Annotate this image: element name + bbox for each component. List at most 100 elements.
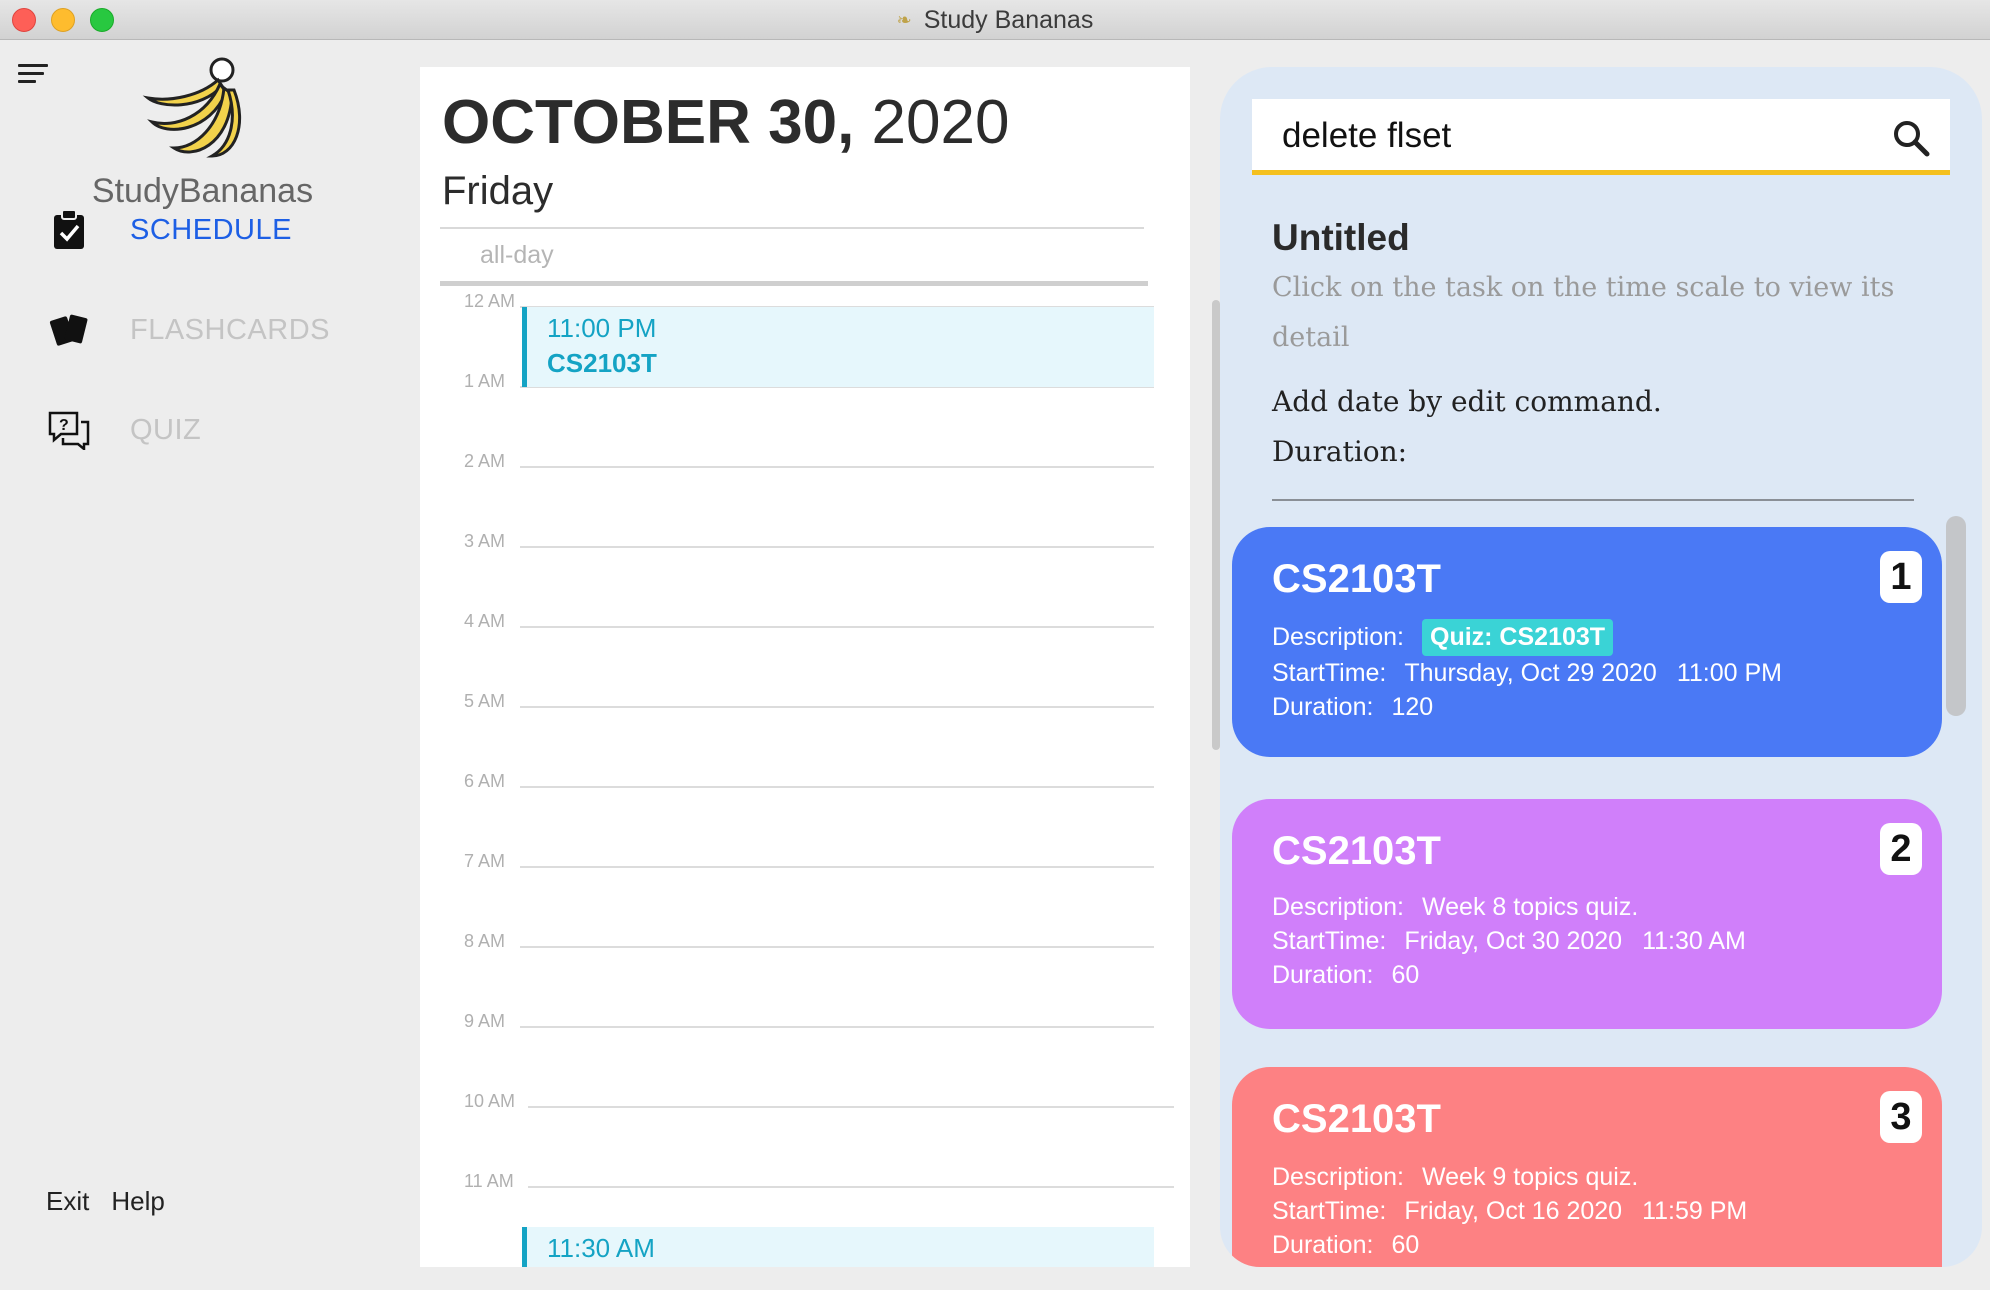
hour-line [520,1026,1154,1028]
hour-label: 7 AM [464,851,506,871]
task-start-date: Friday, Oct 30 2020 [1404,927,1623,955]
task-start-date: Friday, Oct 16 2020 [1404,1197,1623,1225]
hour-label: 1 AM [464,371,506,391]
task-description-row: Description: Week 9 topics quiz. [1272,1163,1638,1192]
task-title: CS2103T [1272,557,1441,601]
task-duration: 120 [1391,693,1434,721]
quiz-chat-icon: ? [44,405,94,455]
command-search-box[interactable]: delete flset [1252,99,1950,175]
banana-icon: ❧ [896,9,912,30]
hour-line [520,866,1154,868]
divider [440,281,1148,286]
hour-label: 4 AM [464,611,506,631]
hour-label: 2 AM [464,451,506,471]
task-title: CS2103T [1272,829,1441,873]
task-panel: delete flset Untitled Click on the task … [1220,67,1982,1267]
nav-flashcards-label: FLASHCARDS [130,313,330,346]
hour-line [520,786,1154,788]
task-index: 1 [1880,551,1922,603]
nav-schedule-label: SCHEDULE [130,213,292,246]
calendar-date-heading: OCTOBER 30, 2020 [442,87,1009,158]
calendar-scrollbar[interactable] [1212,300,1220,750]
task-start-row: StartTime: Friday, Oct 30 2020 11:30 AM [1272,927,1746,956]
task-description: Week 8 topics quiz. [1422,893,1639,921]
detail-add-date: Add date by edit command. [1272,385,1662,418]
description-label: Description: [1272,623,1404,651]
task-description: Week 9 topics quiz. [1422,1163,1639,1191]
task-start-time: 11:00 PM [1676,659,1782,687]
task-duration-row: Duration: 60 [1272,1231,1419,1260]
task-card[interactable]: CS2103T 2 Description: Week 8 topics quiz… [1232,799,1942,1029]
nav-quiz-label: QUIZ [130,413,202,446]
month-day: OCTOBER 30, [442,88,855,157]
task-index: 2 [1880,823,1922,875]
hour-label: 5 AM [464,691,506,711]
hour-label: 6 AM [464,771,506,791]
divider [1272,499,1914,501]
task-duration: 60 [1391,1231,1420,1259]
hour-label: 9 AM [464,1011,506,1031]
help-link[interactable]: Help [111,1186,164,1217]
hour-line [520,946,1154,948]
hour-line [520,706,1154,708]
clipboard-check-icon [44,205,94,255]
window-title: ❧ Study Bananas [0,0,1990,40]
event-time: 11:00 PM [547,313,657,343]
hour-label: 12 AM [464,291,516,311]
starttime-label: StartTime: [1272,927,1387,955]
description-label: Description: [1272,893,1404,921]
task-list-scrollbar[interactable] [1946,516,1966,716]
event-time: 11:30 AM [547,1233,655,1263]
nav-quiz[interactable]: ? QUIZ [44,400,384,460]
svg-text:?: ? [59,417,69,434]
divider [440,227,1144,229]
hour-label: 11 AM [464,1171,514,1191]
event-title: CS2103T [547,348,657,378]
task-start-time: 11:59 PM [1642,1197,1748,1225]
task-description-tag: Quiz: CS2103T [1422,619,1614,656]
hour-label: 3 AM [464,531,506,551]
task-title: CS2103T [1272,1097,1441,1141]
task-start-time: 11:30 AM [1642,927,1746,955]
all-day-label: all-day [480,241,554,269]
task-index: 3 [1880,1091,1922,1143]
task-duration-row: Duration: 120 [1272,693,1433,722]
hour-label: 8 AM [464,931,506,951]
year: 2020 [871,88,1010,157]
task-description-row: Description: Quiz: CS2103T [1272,619,1614,656]
window-title-text: Study Bananas [923,5,1094,34]
task-description-row: Description: Week 8 topics quiz. [1272,893,1638,922]
duration-label: Duration: [1272,1231,1374,1259]
search-input[interactable]: delete flset [1282,116,1451,156]
search-icon[interactable] [1892,119,1930,157]
bottom-links: Exit Help [46,1186,165,1217]
task-card[interactable]: CS2103T 1 Description: Quiz: CS2103T Star… [1232,527,1942,757]
calendar-event[interactable]: 11:00 PM CS2103T [522,307,1154,387]
task-duration-row: Duration: 60 [1272,961,1419,990]
menu-icon[interactable] [18,64,52,88]
task-card[interactable]: CS2103T 3 Description: Week 9 topics quiz… [1232,1067,1942,1267]
nav-schedule[interactable]: SCHEDULE [44,200,384,260]
task-start-date: Thursday, Oct 29 2020 [1404,659,1657,687]
task-duration: 60 [1391,961,1420,989]
nav-flashcards[interactable]: FLASHCARDS [44,300,384,360]
hour-line [528,1186,1174,1188]
sidebar: StudyBananas SCHEDULE FLASHCARDS ? QUIZ … [0,40,420,1290]
hour-label: 10 AM [464,1091,516,1111]
weekday: Friday [442,169,554,213]
hour-line [520,466,1154,468]
task-start-row: StartTime: Friday, Oct 16 2020 11:59 PM [1272,1197,1747,1226]
window-titlebar: ❧ Study Bananas [0,0,1990,40]
duration-label: Duration: [1272,693,1374,721]
detail-hint: Click on the task on the time scale to v… [1272,272,1895,353]
day-calendar: OCTOBER 30, 2020 Friday all-day 12 AM 1 … [420,67,1190,1267]
exit-link[interactable]: Exit [46,1186,89,1217]
starttime-label: StartTime: [1272,659,1387,687]
task-start-row: StartTime: Thursday, Oct 29 2020 11:00 PM [1272,659,1782,688]
flashcards-icon [44,305,94,355]
starttime-label: StartTime: [1272,1197,1387,1225]
detail-duration: Duration: [1272,435,1408,468]
calendar-event[interactable]: 11:30 AM [522,1227,1154,1267]
banana-logo [142,57,242,158]
description-label: Description: [1272,1163,1404,1191]
